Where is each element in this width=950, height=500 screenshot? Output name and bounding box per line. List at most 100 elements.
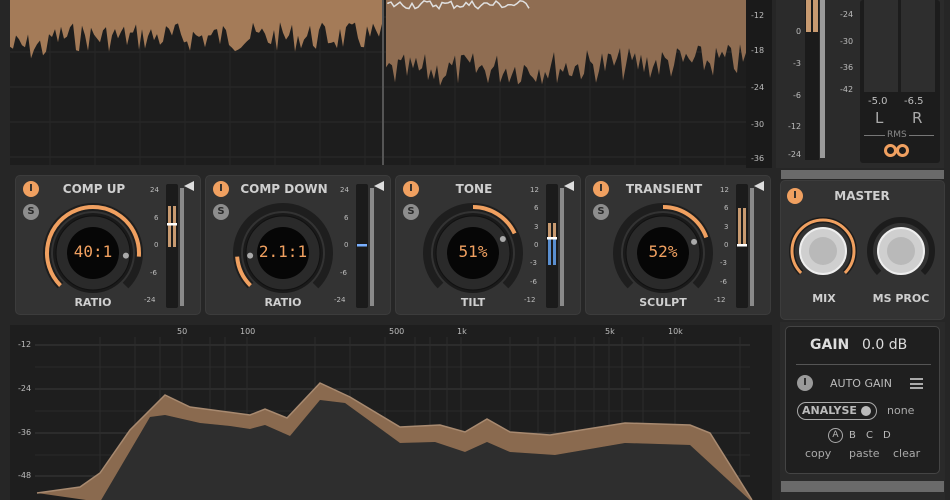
module-transient: I S TRANSIENT 12 6 3 0 -3 -6 -12 52% SCULPT: [585, 175, 771, 315]
meter-scale-label: -6: [530, 277, 537, 286]
scale-label: -24: [840, 10, 854, 19]
spectrum-scale: -12 -18 -24 -30 -36: [746, 0, 772, 168]
knob-center: [809, 237, 837, 265]
scale-label: -18: [751, 46, 765, 55]
master-title: MASTER: [834, 189, 890, 203]
paste-button[interactable]: paste: [849, 447, 880, 460]
meter-fill: [743, 208, 746, 245]
meter-scale-label: 0: [724, 241, 729, 249]
meter-scale-label: 6: [344, 213, 349, 222]
gain-panel: GAIN 0.0 dB I AUTO GAIN ANALYSE none A B…: [785, 326, 940, 474]
knob-label: RATIO: [74, 296, 112, 309]
rms-mode-label[interactable]: RMS: [885, 130, 909, 140]
output-meter-bar: [805, 0, 819, 160]
meter-scale-label: 24: [150, 186, 159, 194]
scale-label: -12: [751, 11, 765, 20]
threshold-rail: [180, 188, 184, 306]
master-header-strip: [781, 170, 944, 179]
scale-label: -12: [788, 122, 802, 131]
db-label: -48: [18, 471, 32, 480]
module-comp-down: I S COMP DOWN 24 6 0 -6 -24 2.1:1 RATIO: [205, 175, 391, 315]
meter-scale-label: 6: [154, 213, 159, 222]
rms-meter-right: [901, 0, 935, 92]
gain-value[interactable]: 0.0 dB: [862, 337, 907, 353]
meter-fill: [738, 208, 741, 245]
link-rings-icon[interactable]: [884, 144, 912, 158]
threshold-rail: [560, 188, 564, 306]
rms-left-value: -5.0: [868, 96, 888, 107]
threshold-triangle-icon: [184, 181, 194, 191]
eq-display: 50 100 500 1k 5k 10k -12 -24 -36 -48: [10, 325, 772, 500]
scale-label: 0: [796, 27, 802, 36]
analyse-button[interactable]: ANALYSE: [797, 402, 877, 420]
meter-scale-label: -6: [150, 268, 157, 277]
menu-icon[interactable]: [910, 378, 923, 389]
analyse-indicator-icon: [861, 406, 871, 416]
copy-button[interactable]: copy: [805, 447, 831, 460]
knob-pointer-icon: [122, 252, 129, 259]
slot-d-button[interactable]: D: [883, 430, 891, 441]
level-meter: [166, 184, 178, 308]
meter-scale-label: 6: [534, 204, 539, 213]
spectrum-fill-left: [10, 0, 382, 59]
db-label: -36: [18, 428, 32, 437]
scale-label: -30: [751, 120, 765, 129]
meter-scale-label: 3: [534, 222, 539, 231]
meter-fill: [548, 223, 551, 238]
scale-label: -6: [793, 91, 801, 100]
output-meter: 0 -3 -6 -12 -24: [776, 0, 858, 168]
threshold-triangle-icon: [564, 181, 574, 191]
freq-label: 1k: [457, 327, 467, 336]
meter-scale-label: -6: [720, 277, 727, 286]
knob-value[interactable]: 51%: [443, 242, 503, 261]
meter-scale-label: -6: [340, 268, 347, 277]
scale-label: -42: [840, 85, 854, 94]
auto-gain-power-button[interactable]: I: [797, 375, 813, 391]
auto-gain-label: AUTO GAIN: [830, 377, 892, 390]
knob-value[interactable]: 40:1: [63, 242, 123, 261]
freq-label: 10k: [668, 327, 683, 336]
scale-label: -30: [840, 37, 854, 46]
slot-c-button[interactable]: C: [866, 430, 873, 441]
rms-meter-left: [864, 0, 898, 92]
meter-marker: [547, 237, 557, 240]
freq-label: 100: [240, 327, 256, 336]
meter-fill: [553, 223, 556, 238]
slot-b-button[interactable]: B: [849, 430, 856, 441]
meter-scale-label: -3: [720, 259, 727, 268]
freq-label: 500: [389, 327, 405, 336]
analyse-label: ANALYSE: [802, 404, 857, 417]
scale-label: -24: [788, 150, 802, 159]
meter-scale-label: 3: [724, 222, 729, 231]
meter-fill: [553, 238, 556, 265]
level-meter: [546, 184, 558, 308]
meter-scale-label: -3: [530, 259, 537, 268]
knob-value[interactable]: 2.1:1: [253, 242, 313, 261]
meter-scale-label: 0: [154, 241, 159, 249]
ms-proc-label: MS PROC: [872, 292, 930, 305]
db-label: -24: [18, 384, 32, 393]
threshold-triangle-icon: [754, 181, 764, 191]
eq-graph: [35, 337, 753, 500]
master-panel: I MASTER MIX MS PROC: [780, 180, 945, 320]
meter-scale-label: 6: [724, 204, 729, 213]
meter-marker: [737, 244, 747, 247]
meter-fill: [173, 206, 176, 247]
knob-value[interactable]: 52%: [633, 242, 693, 261]
master-power-button[interactable]: I: [787, 188, 803, 204]
threshold-triangle-icon: [374, 181, 384, 191]
module-tone: I S TONE 12 6 3 0 -3 -6 -12 51% TILT: [395, 175, 581, 315]
meter-scale-label: -24: [144, 296, 156, 304]
scale-label: -36: [751, 154, 765, 163]
threshold-rail: [750, 188, 754, 306]
meter-scale-label: 24: [340, 186, 349, 194]
clear-button[interactable]: clear: [893, 447, 920, 460]
meter-fill: [168, 206, 171, 247]
output-fader-rail[interactable]: [820, 0, 825, 158]
meter-marker: [167, 223, 177, 226]
rms-right-value: -6.5: [904, 96, 924, 107]
meter-scale-label: 12: [530, 186, 539, 194]
meter-scale-label: 0: [534, 241, 539, 249]
slot-a-button[interactable]: A: [828, 428, 843, 443]
right-channel-label: R: [912, 109, 923, 127]
